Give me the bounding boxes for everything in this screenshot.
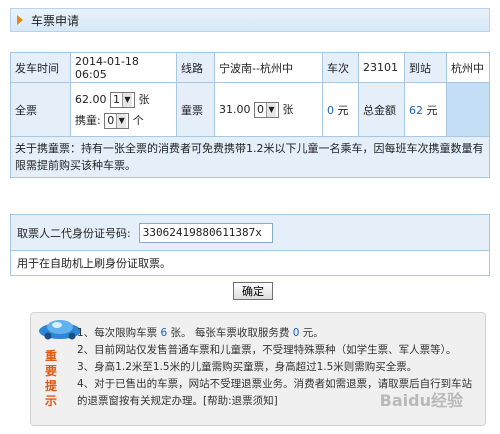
child-unit: 张 xyxy=(282,103,294,116)
watermark: Baidu经验 xyxy=(379,391,463,410)
arrive-value: 杭州中 xyxy=(446,52,490,83)
ticket-table: 发车时间 2014-01-18 06:05 线路 宁波南--杭州中 车次 231… xyxy=(10,52,490,178)
full-ticket-label: 全票 xyxy=(10,82,71,137)
child-ticket-label: 童票 xyxy=(176,82,215,137)
carry-note: 关于携童票：持有一张全票的消费者可免费携带1.2米以下儿童一名乘车，因每班车次携… xyxy=(10,136,490,178)
section-title: 车票申请 xyxy=(31,13,80,28)
full-ticket-cell: 62.00 1 ▼ 张 携童: 0 ▼ 个 xyxy=(70,82,177,137)
notice-line-2: 2、目前网站仅发售普通车票和儿童票，不受理特殊票种（如学生票、军人票等）。 xyxy=(77,344,457,356)
id-note: 用于在自助机上刷身份证取票。 xyxy=(11,251,489,275)
total-label: 总金额 xyxy=(358,82,405,137)
depart-time-label: 发车时间 xyxy=(10,52,71,83)
notice-panel: 重 要 提 示 1、每次限购车票 6 张。 每张车票收取服务费 0 元。 2、目… xyxy=(30,312,486,426)
full-unit: 张 xyxy=(138,92,150,106)
dropdown-arrow-icon: ▼ xyxy=(122,92,132,107)
carry-unit: 个 xyxy=(132,113,144,127)
depart-time-value: 2014-01-18 06:05 xyxy=(70,52,177,83)
child-total: 0 xyxy=(327,103,334,117)
dropdown-arrow-icon: ▼ xyxy=(266,103,276,117)
child-total-cell: 0 元 xyxy=(322,82,359,137)
important-badge: 重 要 提 示 xyxy=(44,349,57,408)
confirm-button[interactable]: 确定 xyxy=(233,282,273,300)
train-no-value: 23101 xyxy=(358,52,405,83)
arrow-icon xyxy=(17,15,23,25)
total-unit: 元 xyxy=(426,103,438,117)
carry-label: 携童: xyxy=(75,113,101,127)
full-price: 62.00 xyxy=(75,92,107,106)
highlight-cell xyxy=(446,82,490,137)
total-amount: 62 xyxy=(409,103,423,117)
route-value: 宁波南--杭州中 xyxy=(214,52,323,83)
train-no-label: 车次 xyxy=(322,52,359,83)
section-header: 车票申请 xyxy=(10,8,490,32)
id-label: 取票人二代身份证号码: xyxy=(17,226,131,240)
child-price: 31.00 xyxy=(219,103,251,116)
child-total-unit: 元 xyxy=(337,103,349,117)
id-number-input[interactable]: 33062419880611387x xyxy=(138,222,273,243)
route-label: 线路 xyxy=(176,52,215,83)
dropdown-arrow-icon: ▼ xyxy=(116,113,127,128)
identity-section: 取票人二代身份证号码: 33062419880611387x 用于在自助机上刷身… xyxy=(10,214,490,276)
child-ticket-cell: 31.00 0 ▼ 张 xyxy=(214,82,323,137)
child-qty-select[interactable]: 0 ▼ xyxy=(254,102,279,118)
arrive-label: 到站 xyxy=(404,52,447,83)
full-qty-select[interactable]: 1 ▼ xyxy=(110,91,135,108)
notice-line-1: 1、每次限购车票 6 张。 每张车票收取服务费 0 元。 xyxy=(77,327,324,339)
notice-line-3: 3、身高1.2米至1.5米的儿童需购买童票，身高超过1.5米则需购买全票。 xyxy=(77,361,418,373)
carry-qty-select[interactable]: 0 ▼ xyxy=(104,112,130,129)
total-cell: 62 元 xyxy=(404,82,447,137)
